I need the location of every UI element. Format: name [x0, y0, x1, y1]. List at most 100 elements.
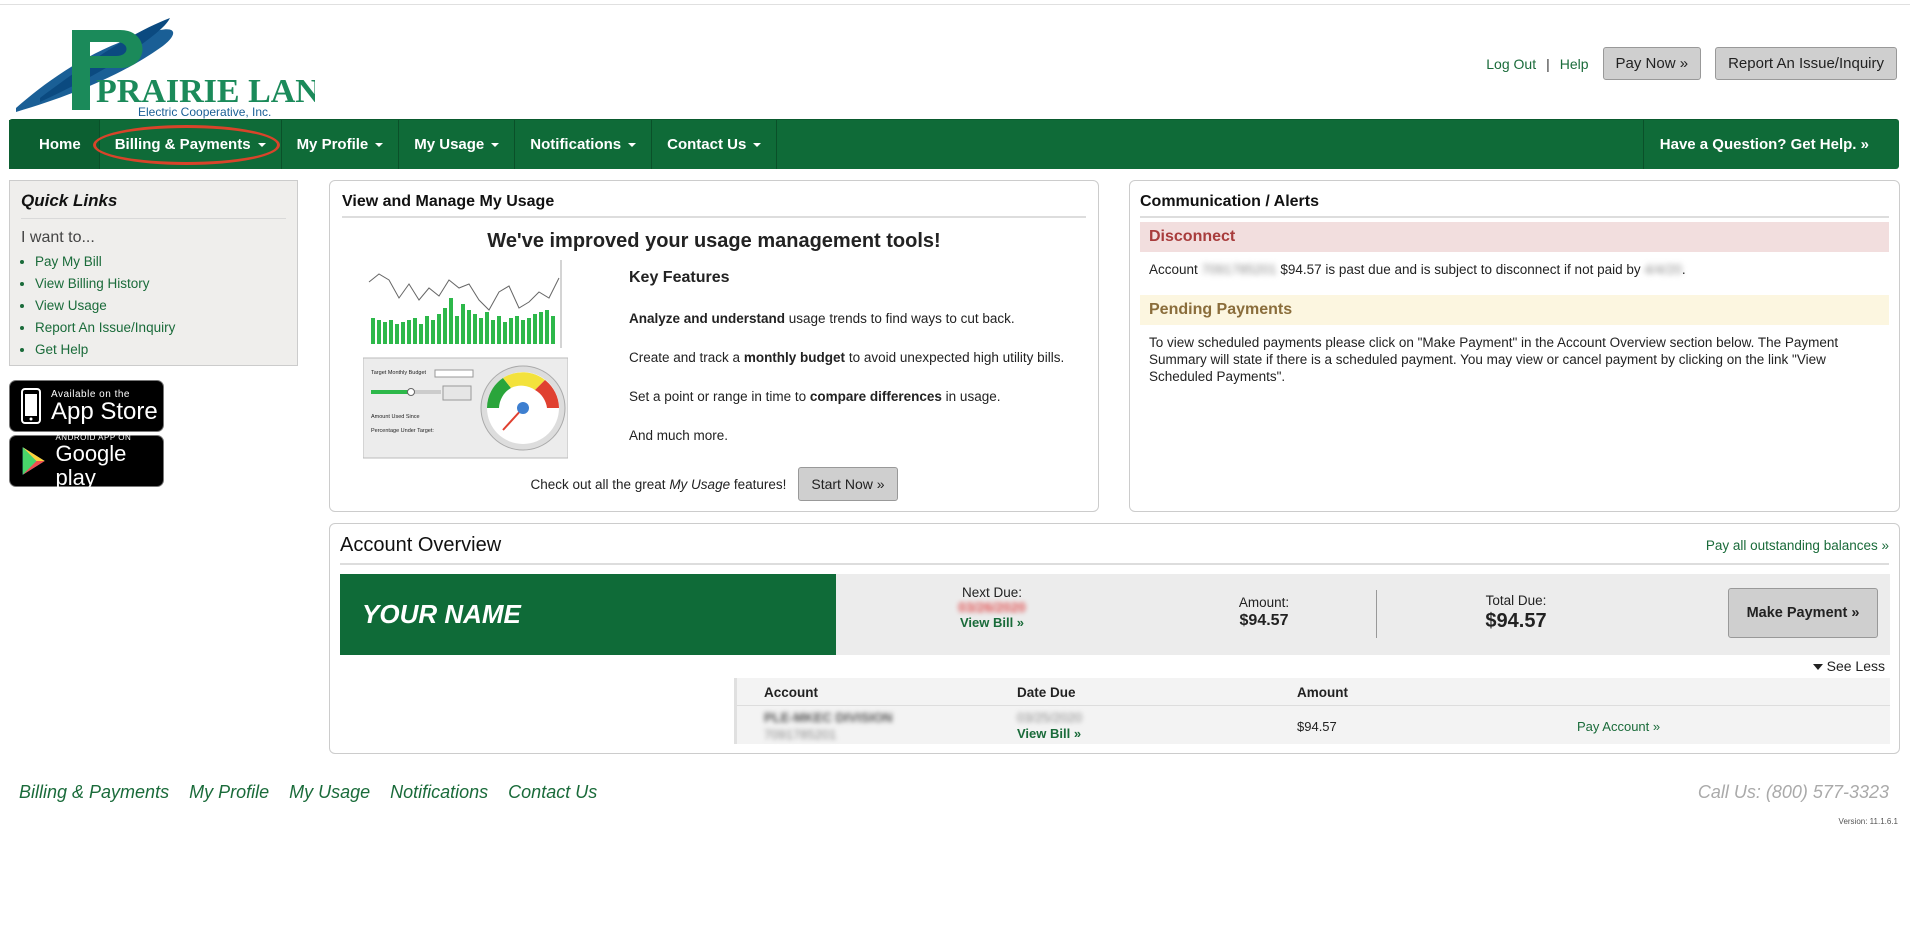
nav-billing-label: Billing & Payments [114, 136, 251, 153]
quick-links-title: Quick Links [21, 191, 286, 219]
help-link[interactable]: Help [1560, 56, 1589, 72]
call-us-text: Call Us: (800) 577-3323 [1697, 782, 1889, 802]
caret-down-icon [628, 142, 637, 147]
quick-links-panel: Quick Links I want to... Pay My Bill Vie… [9, 180, 298, 366]
footer-link-billing[interactable]: Billing & Payments [19, 782, 169, 803]
quick-links-list: Pay My Bill View Billing History View Us… [35, 251, 286, 361]
disconnect-alert-heading: Disconnect [1140, 222, 1889, 252]
account-overview-title: Account Overview [340, 534, 502, 556]
account-number-redacted: 7091785201 [764, 727, 837, 742]
start-now-text: Check out all the great My Usage feature… [530, 476, 787, 492]
see-less-toggle[interactable]: See Less [1812, 658, 1885, 674]
next-due-date-redacted: 03/26/2020 [958, 600, 1026, 615]
col-header-action [1577, 685, 1827, 700]
nav-my-usage[interactable]: My Usage [399, 120, 516, 169]
start-now-row: Check out all the great My Usage feature… [330, 467, 1098, 501]
feature-text: Create and track a [629, 350, 744, 365]
prairie-land-logo[interactable]: PRAIRIE LAND Electric Cooperative, Inc. [10, 8, 344, 120]
quick-link-item: View Usage [35, 295, 286, 317]
due-date-redacted: 4/4/20 [1644, 262, 1682, 277]
nav-notifications[interactable]: Notifications [515, 120, 653, 169]
pay-now-button[interactable]: Pay Now » [1602, 47, 1702, 80]
disconnect-alert-body: Account 7091785201 $94.57 is past due an… [1149, 262, 1686, 277]
row-view-bill-link[interactable]: View Bill » [1017, 726, 1297, 741]
nav-get-help-label: Have a Question? Get Help. » [1659, 136, 1869, 153]
feature-text: And much more. [629, 428, 729, 443]
feature-text: to avoid unexpected high utility bills. [845, 350, 1065, 365]
quick-link-view-usage[interactable]: View Usage [35, 298, 107, 313]
triangle-down-icon [1812, 664, 1823, 671]
quick-link-report-issue[interactable]: Report An Issue/Inquiry [35, 320, 175, 335]
comm-panel-title: Communication / Alerts [1140, 193, 1889, 218]
nav-billing-payments[interactable]: Billing & Payments [92, 120, 282, 169]
link-separator: | [1546, 55, 1550, 72]
total-due-label: Total Due: [1485, 593, 1547, 608]
account-detail-table: Account Date Due Amount PLE-MKEC DIVISIO… [734, 678, 1890, 744]
next-due-label: Next Due: [961, 585, 1023, 600]
communication-alerts-panel: Communication / Alerts Disconnect Accoun… [1129, 180, 1900, 512]
footer-link-usage[interactable]: My Usage [289, 782, 370, 803]
feature-text: in usage. [941, 389, 1001, 404]
feature-bold: monthly budget [743, 350, 846, 365]
feature-item: Set a point or range in time to compare … [629, 389, 1079, 404]
footer-link-contact[interactable]: Contact Us [508, 782, 597, 803]
quick-link-get-help[interactable]: Get Help [35, 342, 88, 357]
footer-link-profile[interactable]: My Profile [189, 782, 269, 803]
cell-account: PLE-MKEC DIVISION 7091785201 [737, 709, 1017, 743]
nav-profile-label: My Profile [296, 136, 369, 153]
amount-label: Amount: [1238, 595, 1290, 610]
pay-all-balances-link[interactable]: Pay all outstanding balances » [1706, 538, 1889, 553]
total-due-column: Total Due: $94.57 [1436, 593, 1596, 633]
caret-down-icon [257, 142, 266, 147]
table-header: Account Date Due Amount [737, 678, 1890, 706]
account-summary-info: Next Due: 03/26/2020 View Bill » Amount:… [836, 574, 1890, 655]
total-due-value: $94.57 [1485, 610, 1547, 632]
caret-down-icon [491, 142, 500, 147]
cell-date-due: 03/25/2020 View Bill » [1017, 709, 1297, 743]
make-payment-button[interactable]: Make Payment » [1728, 588, 1878, 638]
pending-payments-body: To view scheduled payments please click … [1149, 335, 1839, 384]
pending-payments-heading: Pending Payments [1140, 295, 1889, 325]
caret-down-icon [375, 142, 384, 147]
logo-subtext: Electric Cooperative, Inc. [138, 105, 271, 119]
col-header-account: Account [764, 685, 818, 700]
cell-amount: $94.57 [1297, 719, 1337, 734]
nav-contact-label: Contact Us [667, 136, 747, 153]
caret-down-icon [753, 142, 762, 147]
logout-link[interactable]: Log Out [1486, 56, 1536, 72]
nav-get-help[interactable]: Have a Question? Get Help. » [1642, 120, 1899, 169]
table-row: PLE-MKEC DIVISION 7091785201 03/25/2020 … [737, 706, 1890, 743]
quick-link-item: Pay My Bill [35, 251, 286, 273]
svg-text:Amount Used Since: Amount Used Since [371, 414, 420, 420]
feature-item: And much more. [629, 428, 1079, 443]
pay-account-link[interactable]: Pay Account » [1577, 719, 1660, 734]
nav-usage-label: My Usage [414, 136, 485, 153]
quick-link-item: Get Help [35, 339, 286, 361]
view-bill-link[interactable]: View Bill » [932, 615, 1052, 630]
svg-text:Percentage Under Target:: Percentage Under Target: [371, 428, 434, 434]
nav-contact-us[interactable]: Contact Us [652, 120, 778, 169]
key-features: Key Features Analyze and understand usag… [629, 269, 1079, 467]
quick-link-billing-history[interactable]: View Billing History [35, 276, 150, 291]
quick-links-intro: I want to... [21, 229, 95, 246]
usage-headline: We've improved your usage management too… [487, 230, 941, 252]
footer-nav: Billing & Payments My Profile My Usage N… [19, 782, 617, 803]
feature-item: Analyze and understand usage trends to f… [629, 311, 1079, 326]
app-store-big-text: App Store [51, 397, 158, 425]
nav-home[interactable]: Home [9, 120, 100, 169]
google-play-badge[interactable]: ANDROID APP ON Google play [9, 433, 164, 489]
account-number-redacted: 7091785201 [1201, 262, 1277, 277]
start-now-button[interactable]: Start Now » [798, 467, 898, 501]
footer-link-notifications[interactable]: Notifications [390, 782, 488, 803]
key-features-title: Key Features [629, 269, 730, 286]
svg-text:Target Monthly Budget: Target Monthly Budget [371, 370, 427, 376]
next-due-column: Next Due: 03/26/2020 View Bill » [932, 585, 1052, 630]
account-name-redacted: PLE-MKEC DIVISION [764, 710, 893, 725]
report-issue-button[interactable]: Report An Issue/Inquiry [1715, 47, 1897, 80]
feature-item: Create and track a monthly budget to avo… [629, 350, 1079, 365]
feature-text: usage trends to find ways to cut back. [785, 311, 1015, 326]
nav-my-profile[interactable]: My Profile [282, 120, 400, 169]
app-store-badge[interactable]: Available on the App Store [9, 380, 164, 432]
feature-bold: compare differences [809, 389, 942, 404]
quick-link-pay-my-bill[interactable]: Pay My Bill [35, 254, 102, 269]
